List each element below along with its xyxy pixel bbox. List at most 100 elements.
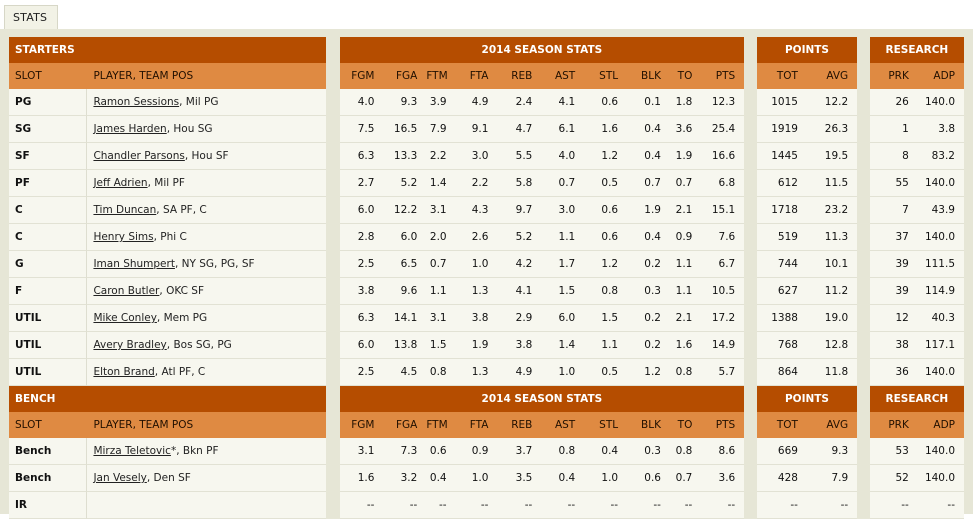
stat-pts: 14.9 (701, 332, 745, 359)
stat-ftm: 2.2 (426, 143, 456, 170)
player-name-link[interactable]: Jan Vesely (93, 472, 146, 484)
column-header-prk[interactable]: PRK (869, 63, 918, 89)
stat-fgm: 2.5 (339, 359, 384, 386)
column-header-stl[interactable]: STL (584, 63, 628, 89)
stat-stl: 0.5 (584, 170, 628, 197)
column-gap (325, 278, 340, 305)
column-header-adp[interactable]: ADP (917, 63, 964, 89)
slot-cell: UTIL (9, 359, 88, 386)
column-header-fgm[interactable]: FGM (339, 63, 384, 89)
column-gap (857, 197, 870, 224)
player-name-link[interactable]: Jeff Adrien (93, 177, 147, 189)
player-name-link[interactable]: Chandler Parsons (93, 150, 184, 162)
player-name-link[interactable]: Henry Sims (93, 231, 153, 243)
points-total: 768 (756, 332, 807, 359)
player-name-link[interactable]: Iman Shumpert (93, 258, 175, 270)
stat-pts: 7.6 (701, 224, 745, 251)
player-cell: Henry Sims, Phi C (87, 224, 326, 251)
column-header-ftm[interactable]: FTM (426, 63, 456, 89)
player-name-link[interactable]: Caron Butler (93, 285, 159, 297)
stat-fga: 13.8 (383, 332, 427, 359)
column-header-prk[interactable]: PRK (869, 412, 918, 438)
stat-reb: -- (497, 492, 542, 519)
player-name-link[interactable]: Elton Brand (93, 366, 154, 378)
table-row: PG Ramon Sessions, Mil PG 4.0 9.3 3.9 4.9 2.4 4… (9, 89, 964, 116)
column-header-reb[interactable]: REB (497, 63, 542, 89)
column-header-avg[interactable]: AVG (806, 63, 858, 89)
column-header-to[interactable]: TO (669, 412, 702, 438)
player-name-link[interactable]: Ramon Sessions (93, 96, 179, 108)
research-rank: 53 (869, 438, 918, 465)
points-total: 428 (756, 465, 807, 492)
stat-blk: 0.2 (627, 251, 670, 278)
column-header-fta[interactable]: FTA (455, 63, 498, 89)
group-header-row: STARTERS 2014 SEASON STATS POINTS RESEARCH (9, 37, 964, 63)
player-name-link[interactable]: James Harden (93, 123, 166, 135)
column-gap (325, 197, 340, 224)
stat-fga: 6.5 (383, 251, 427, 278)
column-header-player: PLAYER, TEAM POS (87, 412, 326, 438)
stat-to: 2.1 (669, 305, 702, 332)
column-header-reb[interactable]: REB (497, 412, 542, 438)
column-header-stl[interactable]: STL (584, 412, 628, 438)
stat-fga: 13.3 (383, 143, 427, 170)
group-header-row: BENCH 2014 SEASON STATS POINTS RESEARCH (9, 386, 964, 412)
column-header-fga[interactable]: FGA (383, 412, 427, 438)
column-header-ast[interactable]: AST (541, 412, 585, 438)
stat-fta: 3.8 (455, 305, 498, 332)
column-header-blk[interactable]: BLK (627, 63, 670, 89)
column-header-ftm[interactable]: FTM (426, 412, 456, 438)
column-header-blk[interactable]: BLK (627, 412, 670, 438)
points-average: 10.1 (806, 251, 858, 278)
research-rank: 8 (869, 143, 918, 170)
stat-ast: -- (541, 492, 585, 519)
stat-stl: 1.5 (584, 305, 628, 332)
column-header-fta[interactable]: FTA (455, 412, 498, 438)
column-header-pts[interactable]: PTS (701, 63, 745, 89)
column-gap (857, 63, 870, 89)
column-gap (744, 465, 757, 492)
stat-ftm: 1.1 (426, 278, 456, 305)
slot-cell: UTIL (9, 332, 88, 359)
column-gap (325, 37, 340, 63)
player-cell: Avery Bradley, Bos SG, PG (87, 332, 326, 359)
table-row: SF Chandler Parsons, Hou SF 6.3 13.3 2.2 3.0 5… (9, 143, 964, 170)
column-gap (744, 170, 757, 197)
stat-fga: 3.2 (383, 465, 427, 492)
stat-to: 2.1 (669, 197, 702, 224)
stat-fta: 1.0 (455, 465, 498, 492)
stat-fgm: 4.0 (339, 89, 384, 116)
stat-stl: 0.6 (584, 89, 628, 116)
stat-fgm: 2.8 (339, 224, 384, 251)
column-header-tot[interactable]: TOT (756, 63, 807, 89)
player-name-link[interactable]: Mirza Teletovic (93, 445, 171, 457)
player-name-link[interactable]: Mike Conley (93, 312, 156, 324)
column-gap (325, 465, 340, 492)
stat-fta: 1.3 (455, 359, 498, 386)
research-rank: 52 (869, 465, 918, 492)
table-row: C Tim Duncan, SA PF, C 6.0 12.2 3.1 4.3 9.7 3.0… (9, 197, 964, 224)
column-header-adp[interactable]: ADP (917, 412, 964, 438)
stat-pts: 25.4 (701, 116, 745, 143)
column-gap (325, 359, 340, 386)
player-name-link[interactable]: Avery Bradley (93, 339, 166, 351)
stat-stl: 0.4 (584, 438, 628, 465)
column-gap (857, 89, 870, 116)
column-header-pts[interactable]: PTS (701, 412, 745, 438)
column-header-ast[interactable]: AST (541, 63, 585, 89)
column-header-fgm[interactable]: FGM (339, 412, 384, 438)
player-team-pos: , Mil PF (147, 177, 185, 189)
player-name-link[interactable]: Tim Duncan (93, 204, 156, 216)
stat-fga: 4.5 (383, 359, 427, 386)
stat-ftm: 3.9 (426, 89, 456, 116)
column-header-avg[interactable]: AVG (806, 412, 858, 438)
column-gap (857, 37, 870, 63)
tab-stats[interactable]: STATS (4, 5, 58, 29)
column-header-to[interactable]: TO (669, 63, 702, 89)
stat-ftm: -- (426, 492, 456, 519)
player-team-pos: , OKC SF (159, 285, 205, 297)
column-header-fga[interactable]: FGA (383, 63, 427, 89)
column-header-tot[interactable]: TOT (756, 412, 807, 438)
research-rank: 26 (869, 89, 918, 116)
slot-cell: SF (9, 143, 88, 170)
